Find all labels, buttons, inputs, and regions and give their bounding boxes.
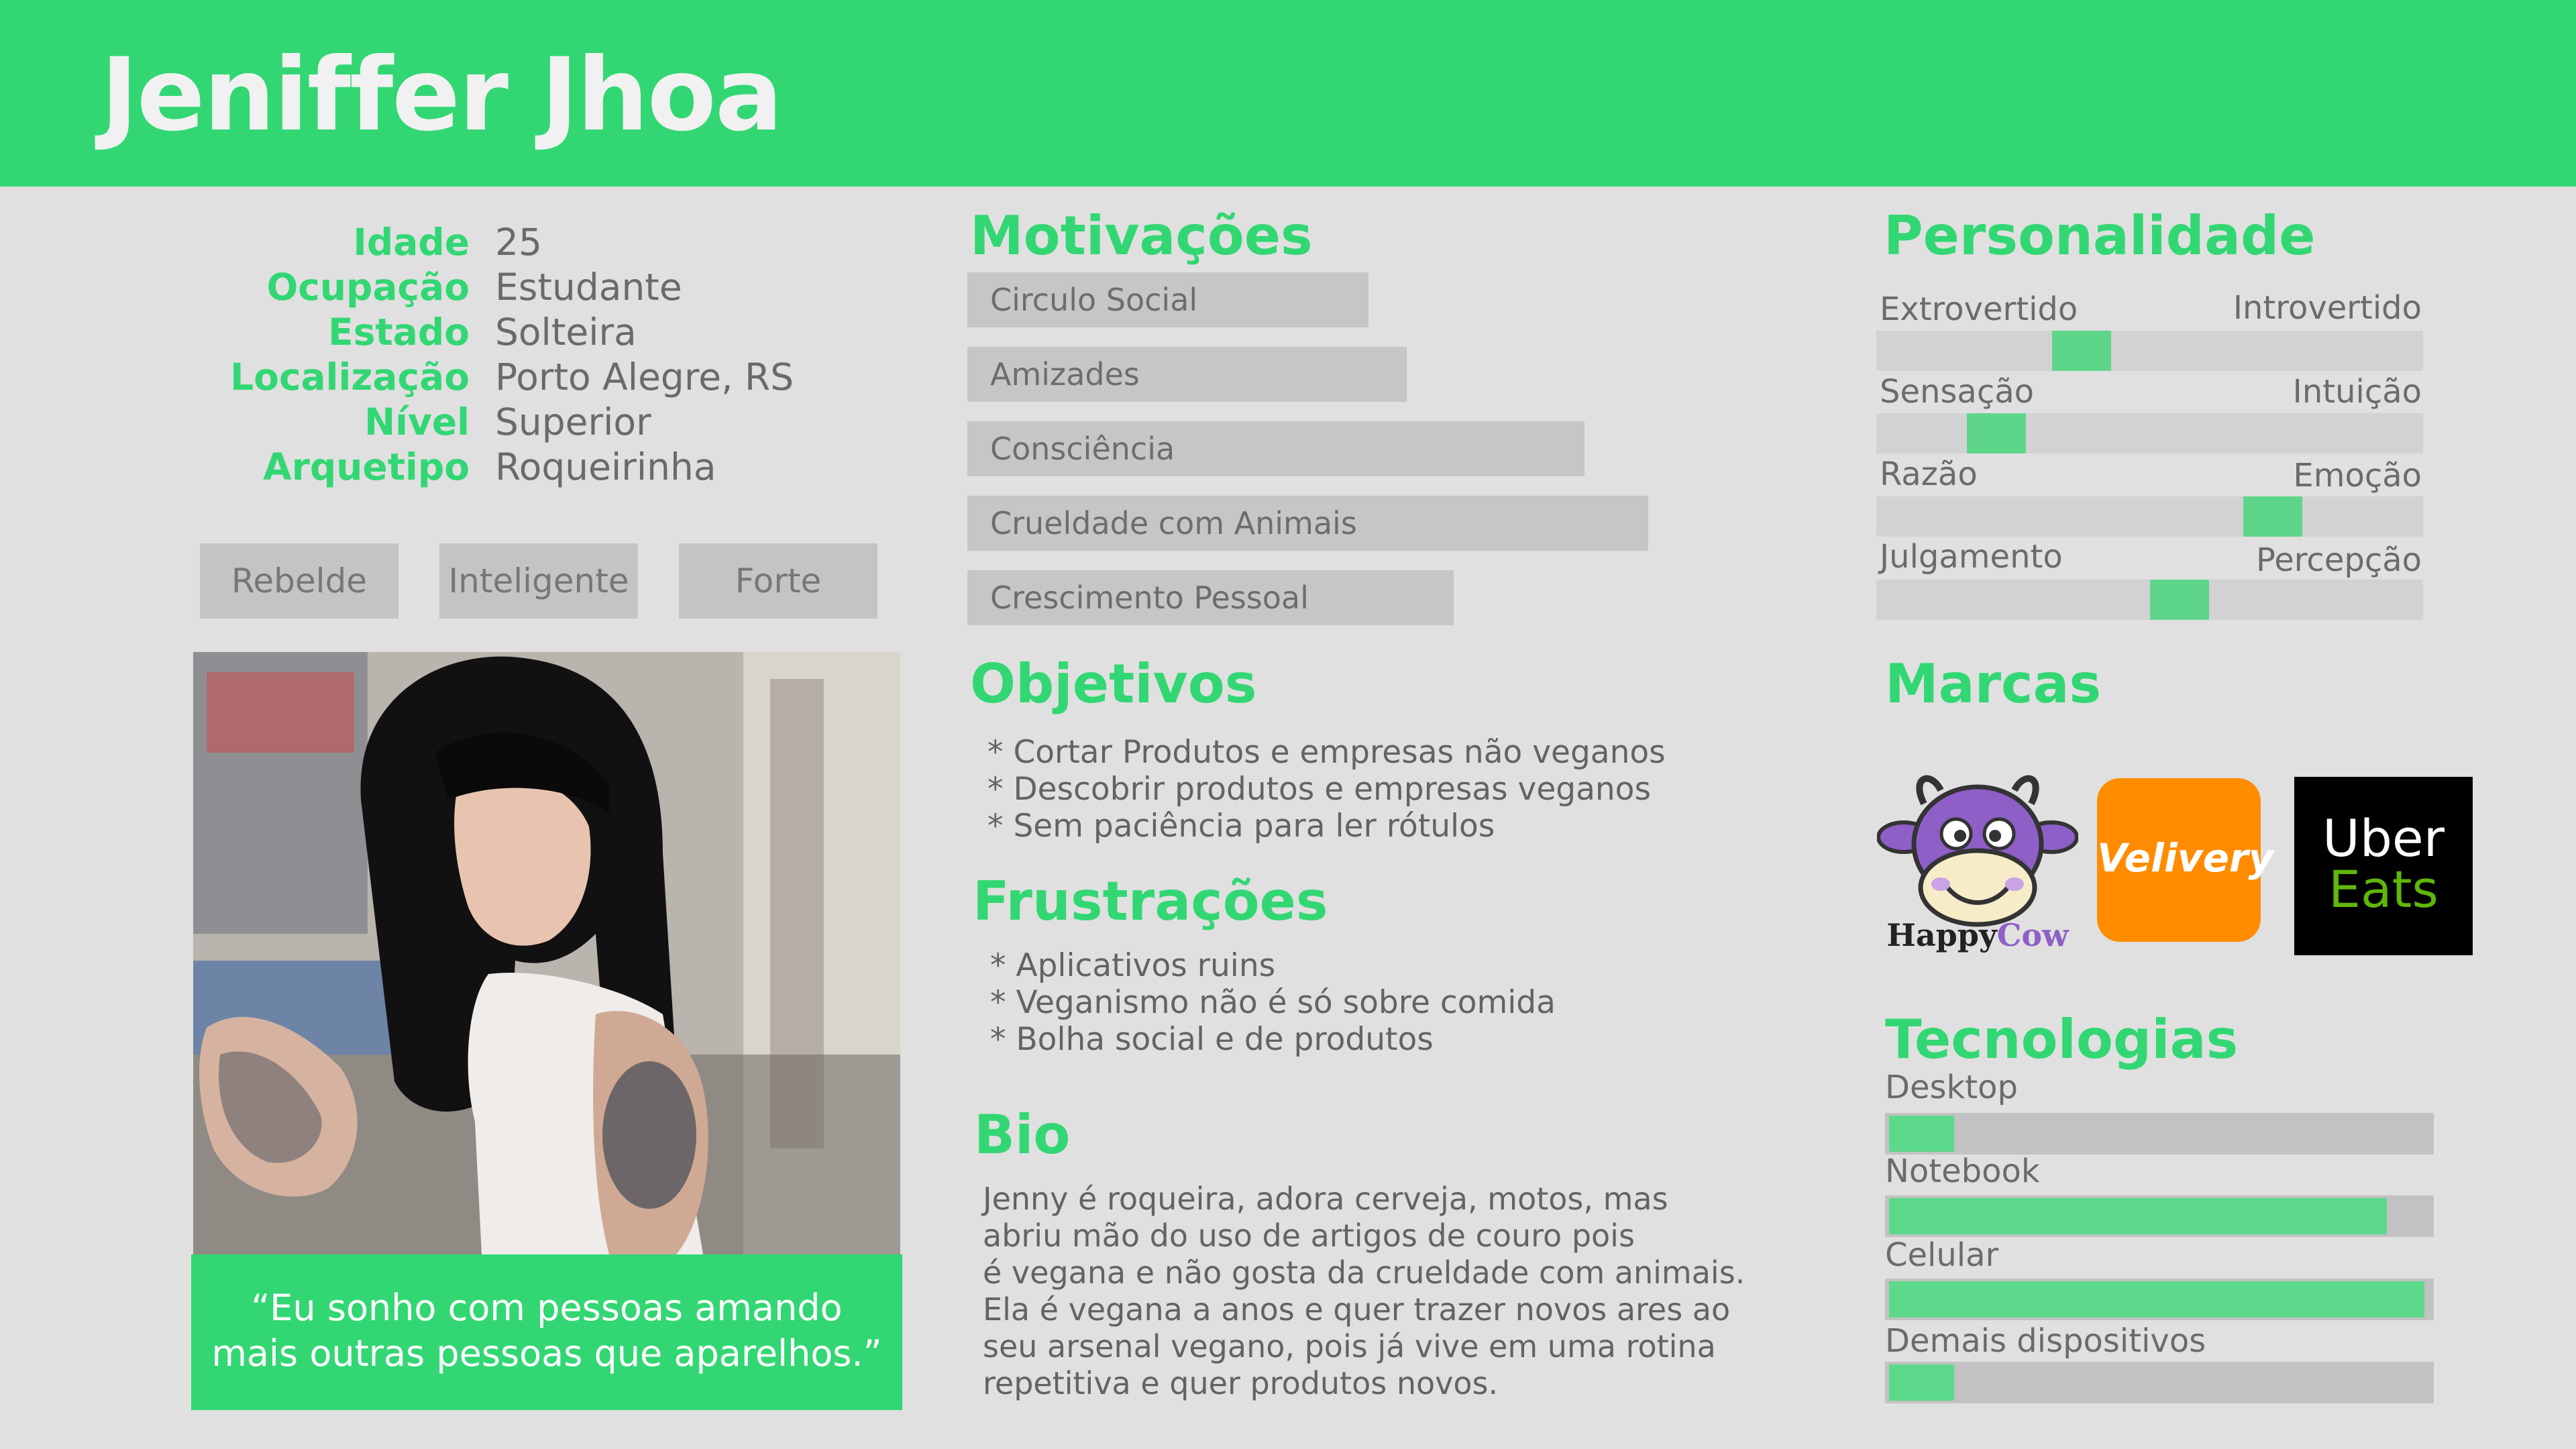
motivation-label: Amizades [990,356,1140,392]
bio-line: é vegana e não gosta da crueldade com an… [983,1254,1746,1291]
info-label-estado: Estado [328,311,470,354]
personality-scale-track [1876,331,2423,371]
bio-text: Jenny é roqueira, adora cerveja, motos, … [983,1181,1821,1402]
motivation-label: Circulo Social [990,282,1198,318]
velivery-wordmark: Velivery [2097,835,2274,881]
info-label-nivel: Nível [364,400,470,443]
bio-line: Jenny é roqueira, adora cerveja, motos, … [983,1181,1668,1217]
persona-photo-illustration [193,652,900,1254]
ubereats-word-eats: Eats [2328,859,2438,919]
personality-right-label: Intuição [2292,373,2422,411]
motivation-label: Crueldade com Animais [990,505,1357,541]
persona-name: Jeniffer Jhoa [101,37,783,154]
personality-right-label: Percepção [2255,541,2422,579]
trait-tag-rebelde: Rebelde [200,543,398,619]
happycow-word-cow: Cow [1996,917,2069,953]
motivation-bar: Crescimento Pessoal [967,570,1454,625]
info-label-localizacao: Localização [230,356,470,398]
motivation-bar: Circulo Social [967,272,1368,327]
info-value-localizacao: Porto Alegre, RS [495,356,794,398]
personality-left-label: Extrovertido [1880,290,2078,328]
section-title-bio: Bio [974,1104,1071,1166]
personality-left-label: Razão [1880,455,1978,493]
personality-scale-track [1876,496,2423,537]
trait-tag-inteligente: Inteligente [439,543,638,619]
personality-scale-track [1876,413,2423,453]
motivation-bar: Crueldade com Animais [967,496,1648,551]
section-title-objetivos: Objetivos [970,653,1257,715]
list-item: * Sem paciência para ler rótulos [987,808,1495,845]
persona-quote: “Eu sonho com pessoas amando mais outras… [191,1285,902,1377]
tech-bar-track [1885,1279,2434,1320]
tech-bar-fill [1889,1198,2387,1234]
info-label-arquetipo: Arquetipo [263,445,470,488]
happycow-logo: HappyCow [1876,757,2079,958]
motivation-bar: Consciência [967,421,1585,476]
section-title-motivacoes: Motivações [970,205,1313,267]
tech-bar-track [1885,1362,2434,1403]
motivation-bar: Amizades [967,347,1407,402]
motivation-label: Crescimento Pessoal [990,580,1309,616]
quote-line: mais outras pessoas que aparelhos.” [211,1332,882,1375]
tech-label: Celular [1885,1236,1999,1274]
bio-line: abriu mão do uso de artigos de couro poi… [983,1218,1635,1254]
tech-label: Desktop [1885,1069,2018,1106]
persona-photo [193,652,900,1254]
bio-line: Ela é vegana a anos e quer trazer novos … [983,1291,1731,1328]
tech-bar-fill [1889,1364,1954,1401]
info-label-idade: Idade [353,221,470,264]
ubereats-word-uber: Uber [2322,808,2445,868]
tech-bar-fill [1889,1116,1954,1152]
happycow-wordmark: HappyCow [1877,916,2078,954]
list-item: * Cortar Produtos e empresas não veganos [987,734,1666,771]
personality-right-label: Emoção [2293,457,2422,494]
personality-left-label: Julgamento [1880,538,2063,576]
info-value-idade: 25 [495,221,542,264]
personality-scale-marker [2052,331,2111,371]
tech-bar-track [1885,1195,2434,1237]
happycow-word-happy: Happy [1886,917,1997,953]
info-value-estado: Solteira [495,311,637,354]
motivation-label: Consciência [990,431,1175,467]
tech-bar-track [1885,1113,2434,1155]
objetivos-list: * Cortar Produtos e empresas não veganos… [987,734,1666,845]
trait-tag-forte: Forte [679,543,877,619]
personality-scale-track [1876,580,2423,620]
bio-line: seu arsenal vegano, pois já vive em uma … [983,1328,1716,1364]
velivery-logo: Velivery [2097,778,2274,942]
tech-label: Demais dispositivos [1885,1322,2206,1360]
quote-line: “Eu sonho com pessoas amando [251,1287,843,1329]
info-value-ocupacao: Estudante [495,266,682,309]
list-item: * Aplicativos ruins [990,947,1276,984]
list-item: * Veganismo não é só sobre comida [990,984,1556,1021]
list-item: * Descobrir produtos e empresas veganos [987,771,1651,808]
personality-left-label: Sensação [1880,373,2035,411]
frustracoes-list: * Aplicativos ruins * Veganismo não é só… [990,947,1556,1058]
list-item: * Bolha social e de produtos [990,1021,1434,1058]
section-title-personalidade: Personalidade [1884,205,2316,267]
personality-scale-marker [2243,496,2302,537]
bio-line: repetitiva e quer produtos novos. [983,1365,1499,1401]
section-title-marcas: Marcas [1885,653,2102,715]
tech-bar-fill [1889,1281,2424,1318]
personality-right-label: Introvertido [2233,289,2422,327]
ubereats-logo: Uber Eats [2294,777,2473,955]
info-value-arquetipo: Roqueirinha [495,445,716,488]
quote-box: “Eu sonho com pessoas amando mais outras… [191,1254,902,1410]
info-label-ocupacao: Ocupação [266,266,470,309]
personality-scale-marker [2150,580,2209,620]
section-title-tecnologias: Tecnologias [1885,1008,2239,1071]
section-title-frustracoes: Frustrações [973,870,1328,932]
personality-scale-marker [1967,413,2026,453]
tech-label: Notebook [1885,1152,2040,1190]
info-value-nivel: Superior [495,400,651,443]
